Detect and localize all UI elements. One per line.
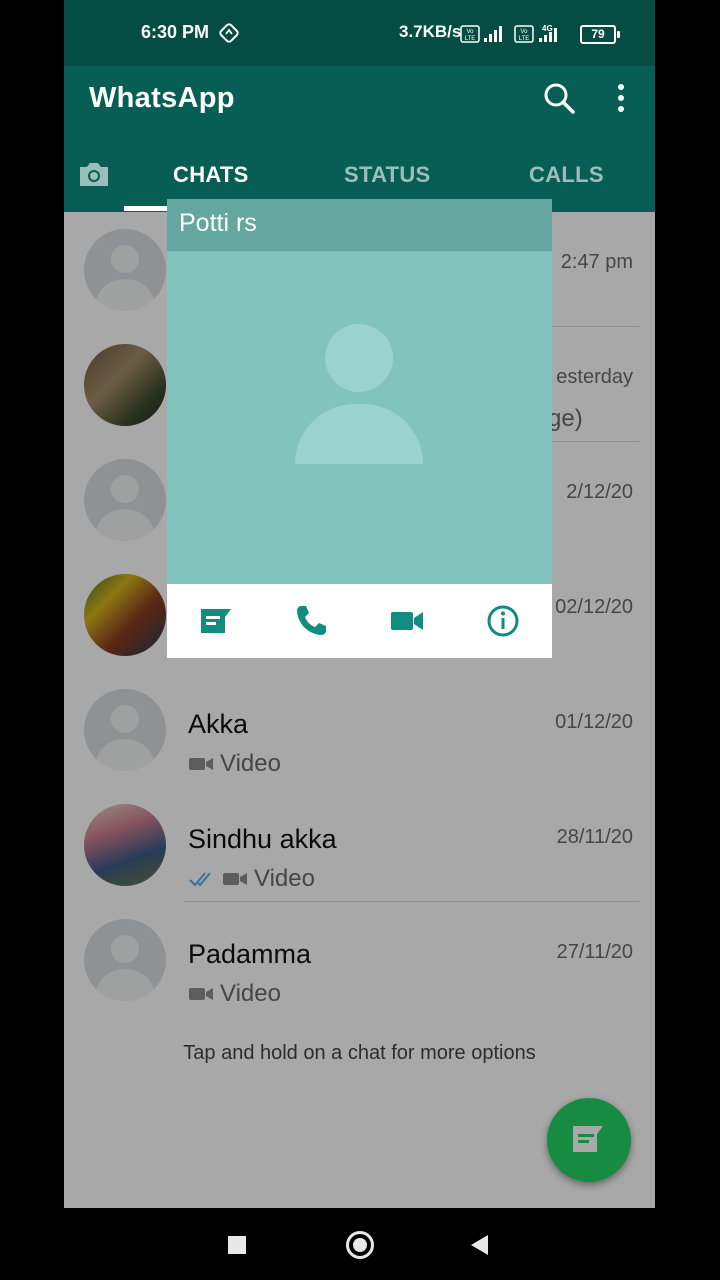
default-avatar-head <box>325 324 393 392</box>
profile-photo[interactable] <box>167 251 552 584</box>
network-speed: 3.7KB/s <box>399 22 462 41</box>
popup-contact-name: Potti rs <box>179 209 257 237</box>
volte-4g-signal-icon: Vo LTE 4G <box>514 24 557 43</box>
system-nav-bar <box>0 1208 720 1280</box>
home-button[interactable] <box>346 1231 374 1259</box>
svg-text:LTE: LTE <box>465 36 476 42</box>
svg-text:Vo: Vo <box>466 29 474 35</box>
call-icon[interactable] <box>293 603 329 639</box>
tab-calls[interactable]: CALLS <box>529 162 604 188</box>
search-icon[interactable] <box>542 81 576 115</box>
back-button[interactable] <box>471 1235 488 1255</box>
battery-indicator: 79 <box>580 25 620 44</box>
app-title: WhatsApp <box>89 82 235 114</box>
default-avatar-body <box>295 404 423 464</box>
popup-header: Potti rs <box>167 199 552 251</box>
recents-button[interactable] <box>228 1236 246 1254</box>
whatsapp-screen: 6:30 PM 3.7KB/s Vo LTE Vo LTE 4G 79 What… <box>64 0 655 1208</box>
camera-icon[interactable] <box>76 156 112 192</box>
quick-contact-popup: Potti rs <box>167 199 552 658</box>
status-time: 6:30 PM <box>141 22 210 42</box>
status-bar: 6:30 PM 3.7KB/s Vo LTE Vo LTE 4G 79 <box>64 0 655 66</box>
tab-status[interactable]: STATUS <box>344 162 431 188</box>
video-call-icon[interactable] <box>389 603 425 639</box>
popup-actions <box>167 584 552 658</box>
volte-signal-icon: Vo LTE <box>460 25 502 43</box>
tab-chats[interactable]: CHATS <box>173 162 249 188</box>
svg-text:4G: 4G <box>542 24 553 33</box>
more-options-icon[interactable] <box>609 81 633 115</box>
message-icon[interactable] <box>198 603 234 639</box>
svg-text:Vo: Vo <box>520 29 528 35</box>
app-bar: WhatsApp CHATS STATUS CALLS <box>64 66 655 212</box>
svg-text:LTE: LTE <box>519 36 530 42</box>
sync-icon <box>219 23 239 43</box>
info-icon[interactable] <box>485 603 521 639</box>
